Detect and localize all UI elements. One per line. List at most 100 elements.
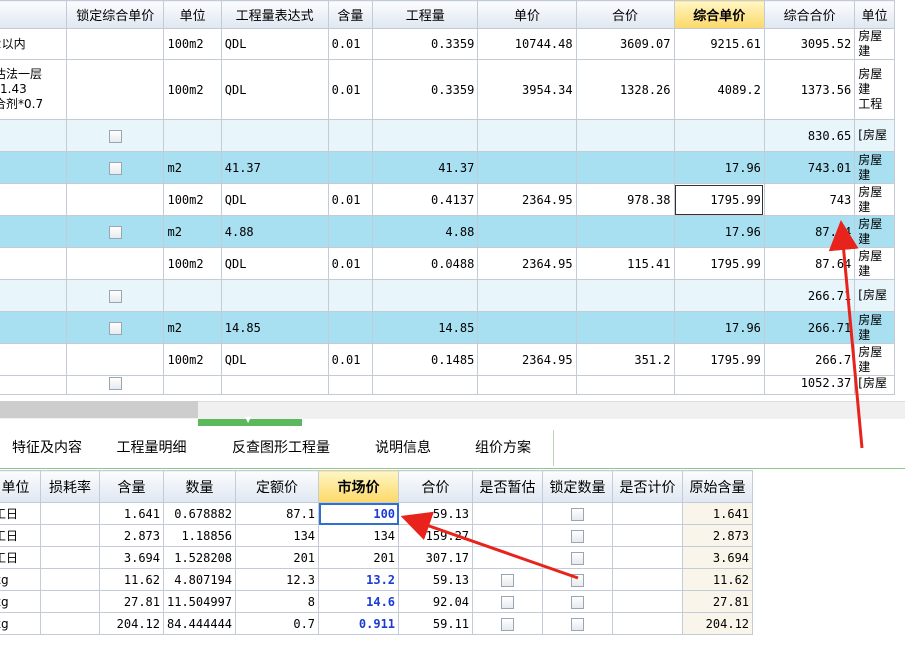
- tab-1[interactable]: 特征及内容: [0, 430, 95, 466]
- col-header[interactable]: 定额价: [235, 470, 320, 503]
- col-header[interactable]: 损耗率: [40, 470, 100, 503]
- cell-content[interactable]: 27.81: [99, 590, 164, 613]
- table-row[interactable]: m2 41.37 41.37 17.96 743.01 房屋建: [0, 151, 895, 184]
- col-header[interactable]: 市场价: [318, 470, 400, 503]
- cell-loss[interactable]: [40, 590, 100, 613]
- table-row[interactable]: 工日3.6941.528208201201307.173.694: [0, 546, 754, 569]
- cell-lock-qty[interactable]: [542, 612, 614, 635]
- cell-loss[interactable]: [40, 524, 100, 547]
- cell-expr[interactable]: QDL: [220, 183, 329, 216]
- cell-lock[interactable]: [66, 119, 165, 152]
- checkbox[interactable]: [108, 377, 122, 390]
- cell-expr[interactable]: QDL: [220, 59, 329, 120]
- table-row[interactable]: 工日1.6410.67888287.110059.131.641: [0, 502, 754, 525]
- checkbox[interactable]: [501, 617, 515, 631]
- col-header[interactable]: 含量: [327, 0, 374, 29]
- tab-2[interactable]: 工程量明细: [94, 430, 210, 466]
- col-header[interactable]: 工程量表达式: [220, 0, 329, 29]
- cell-market-price[interactable]: 201: [318, 546, 400, 569]
- table-row[interactable]: 266.71 [房屋: [0, 279, 895, 312]
- col-header[interactable]: 合价: [398, 470, 474, 503]
- cell-market-price[interactable]: 0.911: [318, 612, 400, 635]
- tab-3[interactable]: 反查图形工程量: [209, 430, 354, 466]
- cell-comp-price[interactable]: 1795.99: [673, 247, 765, 280]
- table-row[interactable]: 830.65 [房屋: [0, 119, 895, 152]
- table-row[interactable]: 100m2 QDL 0.01 0.4137 2364.95 978.38 1795.99 74…: [0, 183, 895, 216]
- table-row[interactable]: 1052.37 [房屋: [0, 375, 895, 395]
- col-header[interactable]: 锁定综合单价: [66, 0, 165, 29]
- col-header[interactable]: 合价: [575, 0, 675, 29]
- cell-loss[interactable]: [40, 546, 100, 569]
- cell-lock-qty[interactable]: [542, 568, 614, 591]
- checkbox[interactable]: [108, 161, 122, 175]
- cell-estimate[interactable]: [472, 546, 544, 569]
- cell-expr[interactable]: [220, 375, 329, 395]
- cell-counted[interactable]: [612, 524, 684, 547]
- cell-expr[interactable]: 4.88: [220, 215, 329, 248]
- cell-content[interactable]: 2.873: [99, 524, 164, 547]
- cell-counted[interactable]: [612, 502, 684, 525]
- cell-loss[interactable]: [40, 502, 100, 525]
- cell-estimate[interactable]: [472, 502, 544, 525]
- cell-lock[interactable]: [66, 311, 165, 344]
- cell-comp-price[interactable]: 17.96: [673, 215, 765, 248]
- cell-estimate[interactable]: [472, 524, 544, 547]
- col-header[interactable]: 是否计价: [612, 470, 684, 503]
- checkbox[interactable]: [571, 551, 585, 565]
- col-header-name[interactable]: [0, 0, 68, 29]
- col-header[interactable]: 锁定数量: [542, 470, 614, 503]
- table-row[interactable]: 工日2.8731.18856134134159.272.873: [0, 524, 754, 547]
- cell-expr[interactable]: QDL: [220, 247, 329, 280]
- cell-counted[interactable]: [612, 568, 684, 591]
- cell-comp-price[interactable]: 17.96: [673, 311, 765, 344]
- col-header[interactable]: 含量: [99, 470, 164, 503]
- cell-lock[interactable]: [66, 28, 165, 60]
- col-header[interactable]: 工程量: [372, 0, 479, 29]
- cell-comp-price[interactable]: [673, 375, 765, 395]
- cell-lock[interactable]: [66, 59, 165, 120]
- cell-loss[interactable]: [40, 568, 100, 591]
- cell-lock-qty[interactable]: [542, 590, 614, 613]
- tab-5[interactable]: 组价方案: [453, 430, 554, 466]
- cell-expr[interactable]: 41.37: [220, 151, 329, 184]
- cell-comp-price[interactable]: 1795.99: [673, 343, 765, 376]
- table-row[interactable]: 2以内 100m2QDL0.010.335910744.483609.079215…: [0, 28, 895, 60]
- checkbox[interactable]: [501, 573, 515, 587]
- cell-comp-price[interactable]: [673, 119, 765, 152]
- cell-content[interactable]: 11.62: [99, 568, 164, 591]
- table-row[interactable]: kg204.1284.4444440.70.91159.11204.12: [0, 612, 754, 635]
- cell-expr[interactable]: [220, 279, 329, 312]
- cell-comp-price[interactable]: 9215.61: [673, 28, 765, 60]
- cell-lock[interactable]: [66, 183, 165, 216]
- col-header[interactable]: 是否暂估: [472, 470, 544, 503]
- cell-lock-qty[interactable]: [542, 524, 614, 547]
- cell-comp-price[interactable]: 4089.2: [673, 59, 765, 120]
- cell-lock[interactable]: [66, 151, 165, 184]
- cell-comp-price[interactable]: 1795.99: [673, 183, 765, 216]
- cell-content[interactable]: 3.694: [99, 546, 164, 569]
- table-row[interactable]: 估法一层*1.43合剂*0.7 100m2QDL0.010.33593954.34…: [0, 59, 895, 120]
- table-row[interactable]: m2 4.88 4.88 17.96 87.64 房屋建: [0, 215, 895, 248]
- tab-4[interactable]: 说明信息: [353, 430, 454, 466]
- cell-expr[interactable]: QDL: [220, 343, 329, 376]
- cell-market-price[interactable]: 100: [318, 502, 400, 525]
- cell-counted[interactable]: [612, 612, 684, 635]
- cell-counted[interactable]: [612, 590, 684, 613]
- col-header[interactable]: 单位: [854, 0, 895, 29]
- table-row[interactable]: m2 14.85 14.85 17.96 266.71 房屋建: [0, 311, 895, 344]
- cell-expr[interactable]: [220, 119, 329, 152]
- col-header[interactable]: 综合单价: [673, 0, 765, 29]
- checkbox[interactable]: [108, 321, 122, 335]
- checkbox[interactable]: [571, 617, 585, 631]
- cell-lock-qty[interactable]: [542, 502, 614, 525]
- cell-counted[interactable]: [612, 546, 684, 569]
- table-row[interactable]: 100m2 QDL 0.01 0.1485 2364.95 351.2 1795.99 266…: [0, 343, 895, 376]
- splitter-grip[interactable]: ▼: [198, 415, 302, 426]
- cell-market-price[interactable]: 13.2: [318, 568, 400, 591]
- cell-estimate[interactable]: [472, 590, 544, 613]
- col-header[interactable]: 数量: [162, 470, 237, 503]
- checkbox[interactable]: [571, 573, 585, 587]
- checkbox[interactable]: [571, 507, 585, 521]
- checkbox[interactable]: [571, 529, 585, 543]
- cell-estimate[interactable]: [472, 568, 544, 591]
